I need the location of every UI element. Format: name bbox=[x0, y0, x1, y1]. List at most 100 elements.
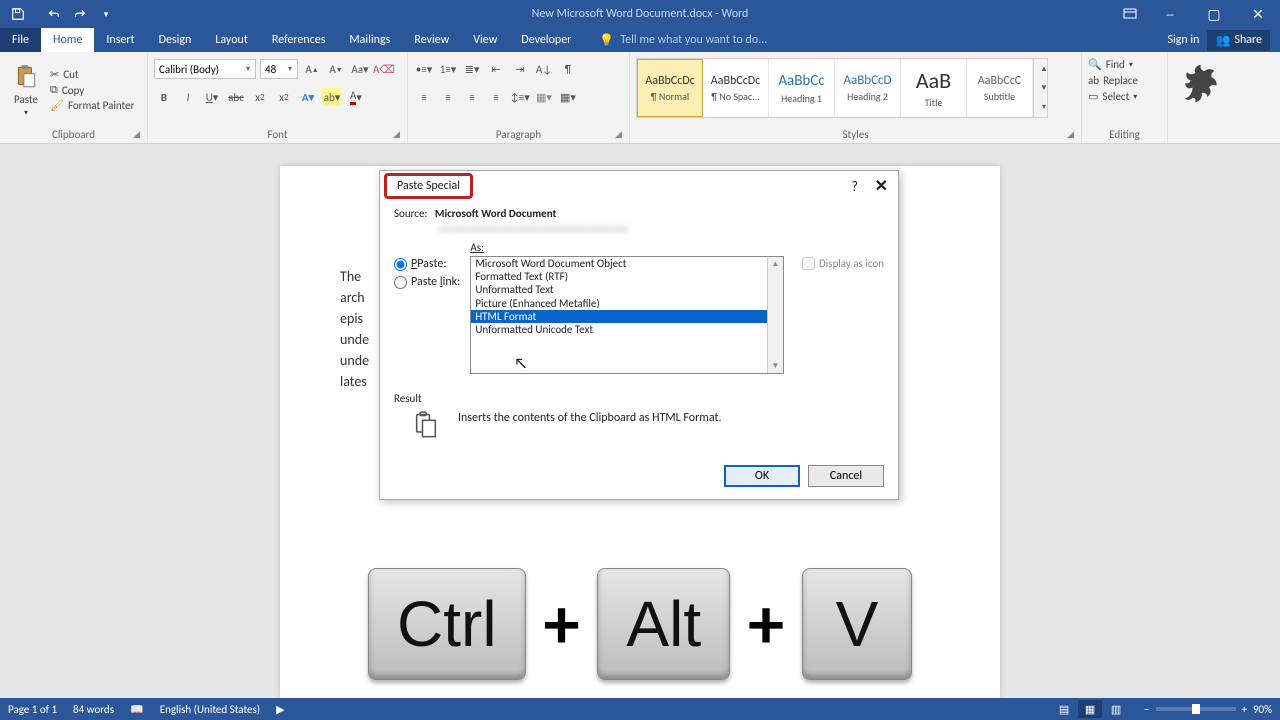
undo-icon[interactable] bbox=[42, 3, 66, 25]
ribbon-display-options-icon[interactable] bbox=[1112, 0, 1148, 28]
cut-button[interactable]: ✂Cut bbox=[50, 68, 134, 81]
list-item[interactable]: HTML Format bbox=[471, 310, 783, 323]
align-center-icon[interactable]: ≡ bbox=[438, 88, 458, 106]
sort-icon[interactable]: A↓ bbox=[534, 60, 554, 78]
line-spacing-icon[interactable]: ↕≡▾ bbox=[510, 88, 530, 106]
font-name-combo[interactable]: ▾ bbox=[154, 59, 256, 79]
tab-developer[interactable]: Developer bbox=[509, 28, 583, 52]
spellcheck-icon[interactable]: 📖 bbox=[130, 703, 144, 716]
zoom-out-icon[interactable]: − bbox=[1144, 703, 1149, 716]
tell-me-search[interactable]: 💡 Tell me what you want to do... bbox=[583, 28, 767, 52]
font-launcher-icon[interactable]: ◢ bbox=[393, 129, 403, 139]
zoom-slider[interactable]: − + 90% bbox=[1144, 703, 1272, 716]
page-indicator[interactable]: Page 1 of 1 bbox=[8, 703, 57, 716]
web-layout-icon[interactable]: ▥ bbox=[1104, 700, 1128, 718]
align-left-icon[interactable]: ≡ bbox=[414, 88, 434, 106]
select-button[interactable]: ▭Select▾ bbox=[1088, 90, 1161, 103]
list-item[interactable]: Microsoft Word Document Object bbox=[471, 257, 783, 270]
read-mode-icon[interactable]: ▤ bbox=[1052, 700, 1076, 718]
underline-icon[interactable]: U▾ bbox=[202, 88, 222, 106]
share-button[interactable]: 👥 Share bbox=[1207, 30, 1270, 51]
align-right-icon[interactable]: ≡ bbox=[462, 88, 482, 106]
sign-in-link[interactable]: Sign in bbox=[1167, 33, 1199, 47]
style-item[interactable]: AaBbCcCSubtitle bbox=[967, 59, 1033, 117]
increase-indent-icon[interactable]: ⇥ bbox=[510, 60, 530, 78]
maximize-button[interactable]: ▢ bbox=[1192, 0, 1236, 28]
tab-layout[interactable]: Layout bbox=[203, 28, 260, 52]
styles-more-icon[interactable]: ▾ bbox=[1034, 98, 1054, 117]
font-size-combo[interactable]: ▾ bbox=[260, 59, 298, 79]
dragon-icon[interactable] bbox=[1174, 54, 1222, 114]
paste-button[interactable]: Paste ▾ bbox=[6, 54, 46, 126]
scroll-up-icon[interactable]: ▲ bbox=[768, 257, 783, 271]
highlight-icon[interactable]: ab▾ bbox=[322, 88, 342, 106]
justify-icon[interactable]: ≡ bbox=[486, 88, 506, 106]
tab-view[interactable]: View bbox=[461, 28, 509, 52]
format-painter-button[interactable]: 🖌Format Painter bbox=[50, 99, 134, 112]
paste-radio[interactable]: PPaste: bbox=[394, 257, 460, 271]
copy-button[interactable]: ⧉Copy bbox=[50, 83, 134, 97]
dialog-close-button[interactable]: ✕ bbox=[875, 176, 888, 196]
text-effects-icon[interactable]: A▾ bbox=[298, 88, 318, 106]
decrease-indent-icon[interactable]: ⇤ bbox=[486, 60, 506, 78]
zoom-in-icon[interactable]: + bbox=[1242, 703, 1247, 716]
save-icon[interactable] bbox=[6, 3, 30, 25]
style-item[interactable]: AaBbCcDc¶ Normal bbox=[637, 59, 703, 117]
styles-launcher-icon[interactable]: ◢ bbox=[1067, 129, 1077, 139]
borders-icon[interactable]: ▦▾ bbox=[558, 88, 578, 106]
cancel-button[interactable]: Cancel bbox=[808, 465, 884, 487]
strikethrough-icon[interactable]: abc bbox=[226, 88, 246, 106]
print-layout-icon[interactable]: ▦ bbox=[1078, 700, 1102, 718]
tab-home[interactable]: Home bbox=[41, 28, 94, 52]
subscript-icon[interactable]: x2 bbox=[250, 88, 270, 106]
italic-icon[interactable]: I bbox=[178, 88, 198, 106]
styles-scroll-up-icon[interactable]: ▲ bbox=[1034, 59, 1054, 78]
grow-font-icon[interactable]: A▲ bbox=[302, 60, 322, 78]
list-item[interactable]: Formatted Text (RTF) bbox=[471, 270, 783, 283]
clipboard-launcher-icon[interactable]: ◢ bbox=[133, 129, 143, 139]
find-button[interactable]: 🔍Find▾ bbox=[1088, 58, 1161, 71]
scroll-down-icon[interactable]: ▼ bbox=[768, 359, 783, 373]
show-hide-icon[interactable]: ¶ bbox=[558, 60, 578, 78]
qat-customize-icon[interactable]: ▾ bbox=[94, 3, 118, 25]
zoom-level[interactable]: 90% bbox=[1253, 703, 1272, 716]
close-button[interactable]: ✕ bbox=[1236, 0, 1280, 28]
tab-review[interactable]: Review bbox=[402, 28, 461, 52]
macro-icon[interactable]: ▶ bbox=[276, 703, 284, 716]
style-item[interactable]: AaBbCcDc¶ No Spac... bbox=[703, 59, 769, 117]
list-item[interactable]: Unformatted Unicode Text bbox=[471, 323, 783, 336]
shading-icon[interactable]: ▦▾ bbox=[534, 88, 554, 106]
language-indicator[interactable]: English (United States) bbox=[160, 703, 260, 716]
tab-mailings[interactable]: Mailings bbox=[337, 28, 402, 52]
paragraph-launcher-icon[interactable]: ◢ bbox=[615, 129, 625, 139]
tab-references[interactable]: References bbox=[260, 28, 338, 52]
bullets-icon[interactable]: •≡▾ bbox=[414, 60, 434, 78]
tab-insert[interactable]: Insert bbox=[94, 28, 146, 52]
tab-file[interactable]: File bbox=[0, 28, 41, 52]
multilevel-list-icon[interactable]: ≣▾ bbox=[462, 60, 482, 78]
replace-button[interactable]: abReplace bbox=[1088, 74, 1161, 87]
minimize-button[interactable]: ─ bbox=[1148, 0, 1192, 28]
style-item[interactable]: AaBbCcHeading 1 bbox=[769, 59, 835, 117]
styles-scroll-down-icon[interactable]: ▼ bbox=[1034, 78, 1054, 97]
chevron-down-icon[interactable]: ▾ bbox=[241, 64, 255, 74]
superscript-icon[interactable]: x2 bbox=[274, 88, 294, 106]
ok-button[interactable]: OK bbox=[724, 465, 800, 487]
word-count[interactable]: 84 words bbox=[73, 703, 114, 716]
styles-gallery[interactable]: AaBbCcDc¶ NormalAaBbCcDc¶ No Spac...AaBb… bbox=[636, 58, 1034, 118]
change-case-icon[interactable]: Aa▾ bbox=[350, 60, 370, 78]
style-item[interactable]: AaBbCcDHeading 2 bbox=[835, 59, 901, 117]
bold-icon[interactable]: B bbox=[154, 88, 174, 106]
style-item[interactable]: AaBTitle bbox=[901, 59, 967, 117]
list-item[interactable]: Picture (Enhanced Metafile) bbox=[471, 297, 783, 310]
list-item[interactable]: Unformatted Text bbox=[471, 283, 783, 296]
paste-link-radio[interactable]: Paste link: bbox=[394, 275, 460, 289]
listbox-scrollbar[interactable]: ▲ ▼ bbox=[767, 257, 783, 373]
dialog-help-button[interactable]: ? bbox=[852, 178, 859, 195]
shrink-font-icon[interactable]: A▼ bbox=[326, 60, 346, 78]
numbering-icon[interactable]: 1≡▾ bbox=[438, 60, 458, 78]
font-color-icon[interactable]: A▾ bbox=[346, 88, 366, 106]
chevron-down-icon[interactable]: ▾ bbox=[283, 64, 297, 74]
redo-icon[interactable] bbox=[68, 3, 92, 25]
tab-design[interactable]: Design bbox=[147, 28, 204, 52]
